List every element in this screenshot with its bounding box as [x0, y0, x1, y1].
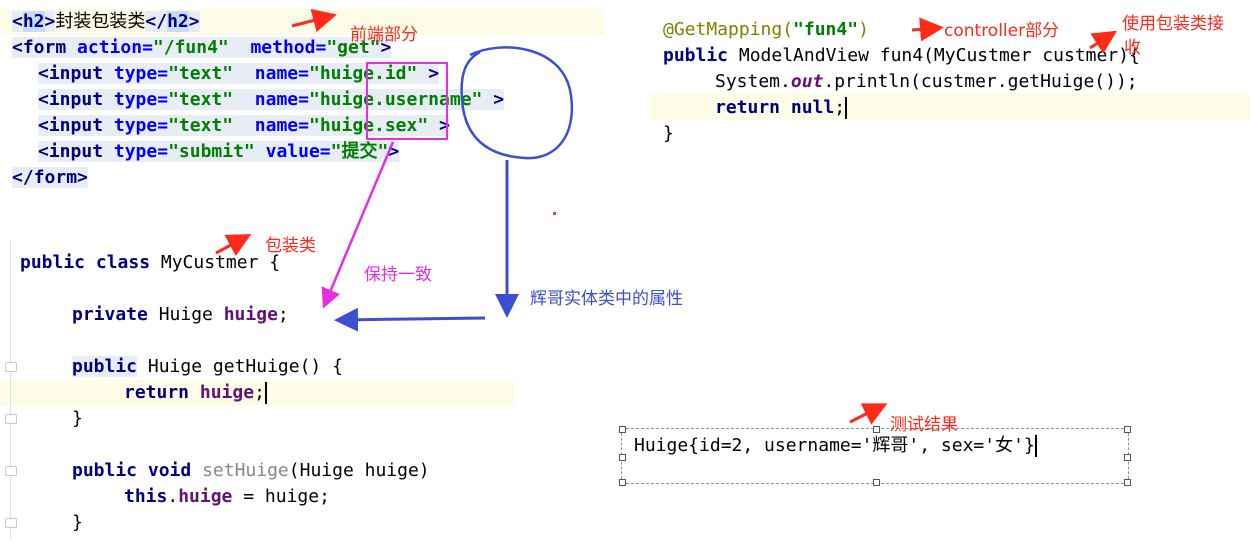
arrow-icon — [334, 307, 486, 332]
result-text: Huige{id=2, username='辉哥', sex='女'} — [634, 435, 1035, 456]
frontend-note: 前端部分 — [350, 25, 418, 45]
arrow-icon — [849, 403, 888, 425]
fold-marker-icon[interactable] — [5, 362, 17, 372]
wrapper-class-note: 包装类 — [265, 236, 316, 256]
code-line: <input type="text" name="huige.id" > — [38, 63, 440, 84]
name-prefix-huige: huige — [319, 63, 374, 84]
code-line: } — [663, 123, 674, 144]
arrow-icon — [911, 17, 944, 42]
code-line: System.out.println(custmer.getHuige()); — [715, 71, 1138, 92]
entity-attribute-note: 辉哥实体类中的属性 — [530, 289, 683, 309]
fold-marker-icon[interactable] — [5, 414, 17, 424]
code-line: this.huige = huige; — [124, 486, 330, 507]
text-caret — [845, 97, 848, 119]
code-line: <h2>封装包装类</h2> — [12, 11, 200, 32]
name-prefix-huige: huige — [319, 115, 374, 136]
code-line: </form> — [12, 167, 88, 188]
resize-handle[interactable] — [1124, 479, 1131, 486]
code-line: public class MyCustmer { — [20, 252, 281, 273]
resize-handle[interactable] — [873, 426, 880, 433]
name-prefix-huige: huige — [319, 89, 374, 110]
code-line: public Huige getHuige() { — [72, 356, 343, 377]
text-caret — [1034, 435, 1037, 457]
stray-dot — [553, 212, 556, 215]
resize-handle[interactable] — [1124, 454, 1131, 461]
code-line: return null; — [715, 97, 848, 119]
keep-consistent-note: 保持一致 — [364, 265, 432, 285]
code-line: @GetMapping("fun4") — [663, 19, 869, 40]
code-line: private Huige huige; — [72, 304, 289, 325]
fold-marker-icon[interactable] — [5, 466, 17, 476]
text-caret — [264, 382, 267, 404]
resize-handle[interactable] — [873, 479, 880, 486]
resize-handle[interactable] — [619, 426, 626, 433]
code-line: <form action="/fun4" method="get"> — [12, 37, 392, 58]
code-line: } — [72, 512, 83, 533]
controller-note: controller部分 — [944, 21, 1060, 41]
result-text-box[interactable]: Huige{id=2, username='辉哥', sex='女'} — [619, 426, 1131, 486]
code-line: <input type="text" name="huige.username"… — [38, 89, 505, 110]
resize-handle[interactable] — [619, 454, 626, 461]
resize-handle[interactable] — [1124, 426, 1131, 433]
code-line: <input type="text" name="huige.sex" > — [38, 115, 450, 136]
test-result-note: 测试结果 — [890, 415, 958, 435]
resize-handle[interactable] — [619, 479, 626, 486]
fold-marker-icon[interactable] — [5, 518, 17, 528]
code-line: public ModelAndView fun4(MyCustmer custm… — [663, 45, 1140, 66]
editor-gutter-line — [10, 240, 11, 540]
wrapper-receive-note-2: 收 — [1124, 38, 1141, 58]
code-line: } — [72, 408, 83, 429]
code-line: public void setHuige(Huige huige) — [72, 460, 430, 481]
wrapper-receive-note-1: 使用包装类接 — [1122, 14, 1224, 34]
code-line: return huige; — [124, 382, 267, 404]
code-line: <input type="submit" value="提交"> — [38, 141, 400, 162]
